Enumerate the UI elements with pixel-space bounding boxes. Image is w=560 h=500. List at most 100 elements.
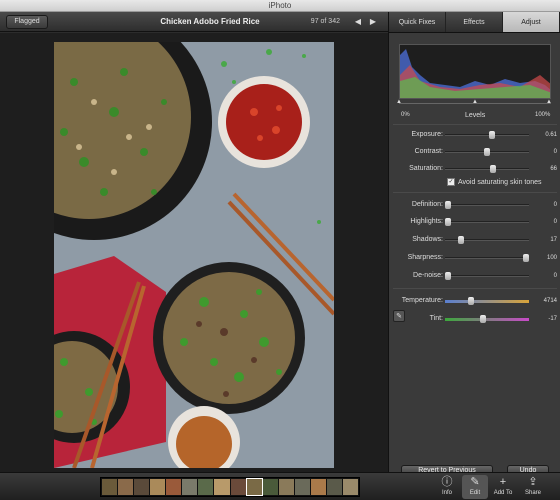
highlights-slider[interactable] [445, 218, 529, 226]
tint-knob[interactable] [480, 315, 486, 323]
sharpness-row: Sharpness: 100 [389, 252, 560, 264]
filmstrip-thumb[interactable] [198, 479, 214, 495]
levels-min-label: 0% [401, 112, 410, 118]
sharpness-slider[interactable] [445, 254, 529, 262]
highlights-knob[interactable] [445, 218, 451, 226]
temperature-row: Temperature: 4714 [389, 295, 560, 307]
iphoto-window: iPhoto Flagged Chicken Adobo Fried Rice … [0, 0, 560, 500]
avoid-skin-tones-option[interactable]: ✓ Avoid saturating skin tones [447, 178, 542, 186]
tint-label: Tint: [429, 315, 443, 322]
exposure-row: Exposure: 0.61 [389, 129, 560, 141]
edit-tabs: Quick Fixes Effects Adjust [389, 12, 560, 33]
shadows-slider[interactable] [445, 236, 529, 244]
filmstrip-thumb[interactable] [166, 479, 182, 495]
temperature-value: 4714 [543, 298, 557, 304]
levels-mid-handle[interactable]: ▲ [472, 99, 478, 105]
saturation-label: Saturation: [409, 165, 443, 172]
add-to-label: Add To [493, 490, 513, 496]
tint-row: Tint: -17 [389, 313, 560, 325]
levels-right-handle[interactable]: ▲ [546, 99, 552, 105]
edit-panel: Quick Fixes Effects Adjust ▲ ▲ ▲ 0% Leve… [388, 12, 560, 477]
definition-label: Definition: [411, 201, 443, 208]
histogram [399, 44, 551, 99]
sharpness-knob[interactable] [523, 254, 529, 262]
denoise-row: De-noise: 0 [389, 270, 560, 282]
filmstrip-thumb[interactable] [262, 479, 278, 495]
saturation-slider[interactable] [445, 165, 529, 173]
filmstrip-thumb[interactable] [230, 479, 246, 495]
denoise-knob[interactable] [445, 272, 451, 280]
edit-label: Edit [469, 490, 481, 496]
contrast-value: 0 [553, 149, 557, 155]
contrast-label: Contrast: [414, 148, 443, 155]
levels-left-handle[interactable]: ▲ [396, 99, 402, 105]
temperature-knob[interactable] [468, 297, 474, 305]
filmstrip-thumb[interactable] [294, 479, 310, 495]
add-to-button[interactable]: + Add To [490, 475, 516, 499]
filmstrip-thumb[interactable] [150, 479, 166, 495]
tab-effects[interactable]: Effects [446, 12, 503, 32]
info-icon: ⓘ [441, 476, 453, 488]
contrast-knob[interactable] [484, 148, 490, 156]
definition-slider[interactable] [445, 201, 529, 209]
filmstrip-thumb[interactable] [310, 479, 326, 495]
plus-icon: + [499, 476, 507, 488]
window-title: iPhoto [0, 0, 560, 12]
highlights-value: 0 [553, 219, 557, 225]
share-icon: ⇪ [528, 476, 538, 488]
pencil-icon: ✎ [470, 476, 480, 488]
divider [393, 288, 557, 289]
contrast-slider[interactable] [445, 148, 529, 156]
filmstrip-thumb[interactable] [342, 479, 358, 495]
filmstrip-thumb[interactable] [214, 479, 230, 495]
saturation-row: Saturation: 66 [389, 163, 560, 175]
highlights-row: Highlights: 0 [389, 216, 560, 228]
tab-quick-fixes[interactable]: Quick Fixes [389, 12, 446, 32]
divider [393, 124, 557, 125]
tab-adjust[interactable]: Adjust [503, 12, 560, 32]
contrast-row: Contrast: 0 [389, 146, 560, 158]
exposure-value: 0.61 [545, 132, 557, 138]
denoise-label: De-noise: [413, 272, 443, 279]
sharpness-label: Sharpness: [407, 254, 443, 261]
denoise-slider[interactable] [445, 272, 529, 280]
avoid-skin-tones-checkbox[interactable]: ✓ [447, 178, 455, 186]
exposure-slider[interactable] [445, 131, 529, 139]
share-label: Share [524, 490, 541, 496]
definition-knob[interactable] [445, 201, 451, 209]
bottom-bar: ⓘ Info ✎ Edit + Add To ⇪ Share [0, 472, 560, 500]
filmstrip-thumb[interactable] [326, 479, 342, 495]
filmstrip[interactable] [100, 477, 360, 497]
levels-label: Levels [465, 112, 486, 119]
filmstrip-thumb[interactable] [102, 479, 118, 495]
saturation-knob[interactable] [490, 165, 496, 173]
definition-row: Definition: 0 [389, 199, 560, 211]
photo-toolbar: Flagged Chicken Adobo Fried Rice 97 of 3… [0, 12, 388, 32]
tint-slider[interactable] [445, 315, 529, 323]
exposure-knob[interactable] [489, 131, 495, 139]
info-button[interactable]: ⓘ Info [434, 475, 460, 499]
histogram-graph [400, 49, 550, 98]
edit-button[interactable]: ✎ Edit [462, 475, 488, 499]
flagged-button[interactable]: Flagged [6, 15, 48, 29]
filmstrip-thumb[interactable] [118, 479, 134, 495]
definition-value: 0 [553, 202, 557, 208]
shadows-label: Shadows: [412, 236, 443, 243]
levels-slider[interactable]: ▲ ▲ ▲ [396, 99, 552, 109]
filmstrip-thumb[interactable] [134, 479, 150, 495]
filmstrip-thumb[interactable] [182, 479, 198, 495]
share-button[interactable]: ⇪ Share [520, 475, 546, 499]
previous-photo-button[interactable]: ◀ [352, 16, 364, 28]
filmstrip-thumb-selected[interactable] [245, 478, 263, 496]
shadows-row: Shadows: 17 [389, 234, 560, 246]
saturation-value: 66 [550, 166, 557, 172]
food-photo[interactable] [54, 42, 334, 468]
next-photo-button[interactable]: ▶ [367, 16, 379, 28]
photo-counter: 97 of 342 [310, 18, 340, 25]
filmstrip-thumb[interactable] [278, 479, 294, 495]
divider [393, 192, 557, 193]
photo-title: Chicken Adobo Fried Rice [160, 17, 260, 26]
temperature-slider[interactable] [445, 297, 529, 305]
shadows-knob[interactable] [458, 236, 464, 244]
photo-viewer [0, 33, 388, 472]
